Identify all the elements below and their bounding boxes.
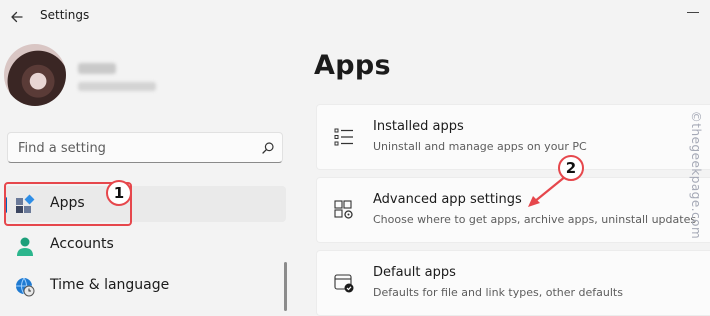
card-title: Installed apps xyxy=(373,119,464,134)
user-email-blurred xyxy=(78,82,156,91)
watermark-text: ©thegeekpage.com xyxy=(689,110,703,240)
default-apps-card[interactable]: Default apps Defaults for file and link … xyxy=(316,250,710,316)
app-settings-icon xyxy=(334,200,353,219)
title-bar: Settings xyxy=(0,0,710,34)
back-arrow-icon xyxy=(11,11,23,23)
card-title: Advanced app settings xyxy=(373,192,522,207)
list-icon xyxy=(334,128,353,146)
card-description: Choose where to get apps, archive apps, … xyxy=(373,213,697,226)
person-icon xyxy=(17,237,33,256)
sidebar-scrollbar[interactable] xyxy=(284,262,287,311)
search-icon[interactable] xyxy=(261,141,275,155)
card-description: Defaults for file and link types, other … xyxy=(373,286,623,299)
avatar[interactable] xyxy=(4,44,66,106)
card-description: Uninstall and manage apps on your PC xyxy=(373,140,587,153)
minimize-button[interactable] xyxy=(687,12,699,13)
annotation-step-1: 1 xyxy=(106,180,132,206)
watermark: ©thegeekpage.com xyxy=(688,100,704,250)
default-apps-icon xyxy=(334,274,354,293)
page-title: Apps xyxy=(314,50,391,81)
sidebar-item-label: Time & language xyxy=(50,277,170,293)
installed-apps-card[interactable]: Installed apps Uninstall and manage apps… xyxy=(316,104,710,170)
back-button[interactable] xyxy=(6,6,28,28)
annotation-step-2: 2 xyxy=(558,155,584,181)
sidebar-item-label: Accounts xyxy=(50,236,114,252)
globe-clock-icon xyxy=(16,277,35,297)
sidebar-item-accounts[interactable]: Accounts xyxy=(0,227,286,263)
card-title: Default apps xyxy=(373,265,456,280)
user-name-blurred xyxy=(78,63,116,74)
search-input[interactable] xyxy=(18,139,248,157)
search-box[interactable] xyxy=(7,132,283,163)
sidebar-item-time-language[interactable]: Time & language xyxy=(0,268,286,304)
app-title: Settings xyxy=(40,8,90,22)
advanced-app-settings-card[interactable]: Advanced app settings Choose where to ge… xyxy=(316,177,710,243)
